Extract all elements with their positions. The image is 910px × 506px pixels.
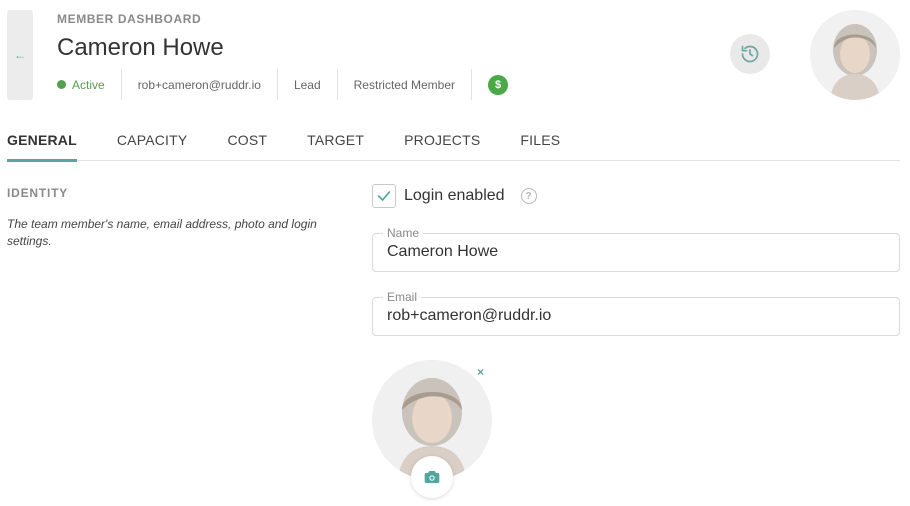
name-field-label: Name — [383, 226, 424, 240]
page-title: Cameron Howe — [57, 34, 224, 61]
page-eyebrow: MEMBER DASHBOARD — [57, 12, 202, 26]
status-dot-icon — [57, 80, 66, 89]
status-badge: Active — [57, 69, 122, 100]
status-label: Active — [72, 77, 105, 92]
arrow-left-icon: ← — [14, 48, 26, 62]
history-button[interactable] — [730, 34, 770, 74]
upload-photo-button[interactable] — [411, 456, 453, 498]
avatar[interactable] — [810, 10, 900, 100]
section-title: IDENTITY — [7, 186, 69, 200]
email-field: Email — [372, 290, 900, 336]
check-icon — [377, 191, 391, 201]
tab-target[interactable]: TARGET — [307, 124, 364, 161]
tab-capacity[interactable]: CAPACITY — [117, 124, 188, 161]
tab-projects[interactable]: PROJECTS — [404, 124, 480, 161]
login-enabled-checkbox[interactable] — [372, 184, 396, 208]
section-description: The team member's name, email address, p… — [7, 217, 317, 248]
billable-badge: $ — [472, 69, 524, 100]
dollar-icon: $ — [488, 74, 509, 95]
login-enabled-label[interactable]: Login enabled — [404, 187, 505, 205]
name-field: Name — [372, 226, 900, 272]
login-enabled-row: Login enabled ? — [372, 184, 537, 208]
tab-cost[interactable]: COST — [227, 124, 267, 161]
remove-photo-button[interactable]: × — [477, 365, 484, 379]
avatar-photo-icon — [810, 10, 900, 100]
tab-files[interactable]: FILES — [520, 124, 560, 161]
name-input[interactable] — [387, 243, 885, 261]
member-job-title: Lead — [278, 69, 338, 100]
member-security-role: Restricted Member — [338, 69, 473, 100]
email-field-label: Email — [383, 290, 422, 304]
back-button[interactable]: ← — [7, 10, 33, 100]
tab-bar: GENERAL CAPACITY COST TARGET PROJECTS FI… — [7, 124, 900, 162]
member-email: rob+cameron@ruddr.io — [122, 69, 278, 100]
history-icon — [741, 45, 759, 63]
help-icon[interactable]: ? — [520, 188, 537, 204]
tab-general[interactable]: GENERAL — [7, 124, 77, 162]
email-input[interactable] — [387, 307, 885, 325]
member-meta: Active rob+cameron@ruddr.io Lead Restric… — [57, 69, 524, 100]
camera-icon — [424, 471, 440, 483]
